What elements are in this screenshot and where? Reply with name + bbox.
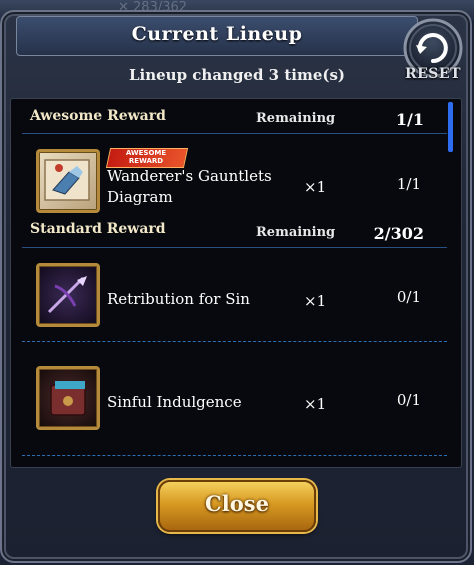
item-name-retribution-for-sin: Retribution for Sin	[107, 290, 250, 308]
scroll-diagram-icon[interactable]	[36, 149, 100, 213]
book-icon[interactable]	[36, 366, 100, 430]
awesome-remaining-label: Remaining	[256, 111, 336, 126]
close-label: Close	[205, 491, 269, 516]
awesome-reward-heading: Awesome Reward	[30, 108, 166, 124]
section-divider	[22, 133, 447, 134]
gauntlet-diagram-art	[44, 159, 90, 201]
item-quantity: ×1	[304, 292, 327, 310]
item-remaining-count: 0/1	[396, 391, 421, 409]
section-divider	[22, 247, 447, 248]
crossbow-art	[47, 276, 87, 314]
standard-remaining-label: Remaining	[256, 225, 336, 240]
item-quantity: ×1	[304, 395, 327, 413]
awesome-remaining-count: 1/1	[395, 110, 424, 129]
item-name-sinful-indulgence: Sinful Indulgence	[107, 393, 242, 411]
tome-art	[50, 381, 86, 416]
item-remaining-count: 1/1	[396, 175, 421, 193]
item-quantity: ×1	[304, 178, 327, 196]
item-name-wanderers-gauntlets: Wanderer's Gauntlets Diagram	[107, 167, 272, 206]
standard-remaining-count: 2/302	[373, 224, 424, 243]
standard-reward-heading: Standard Reward	[30, 221, 166, 237]
row-divider	[22, 341, 447, 342]
dialog-title: Current Lineup	[131, 23, 303, 45]
item-remaining-count: 0/1	[396, 288, 421, 306]
close-button[interactable]: Close	[158, 480, 316, 532]
row-divider	[22, 455, 447, 456]
awesome-reward-badge-text: AWESOME REWARD	[125, 149, 167, 165]
scrollbar[interactable]	[448, 102, 453, 152]
lineup-change-count: Lineup changed 3 time(s)	[128, 66, 346, 84]
crossbow-icon[interactable]	[36, 263, 100, 327]
title-bar: Current Lineup	[16, 16, 418, 56]
